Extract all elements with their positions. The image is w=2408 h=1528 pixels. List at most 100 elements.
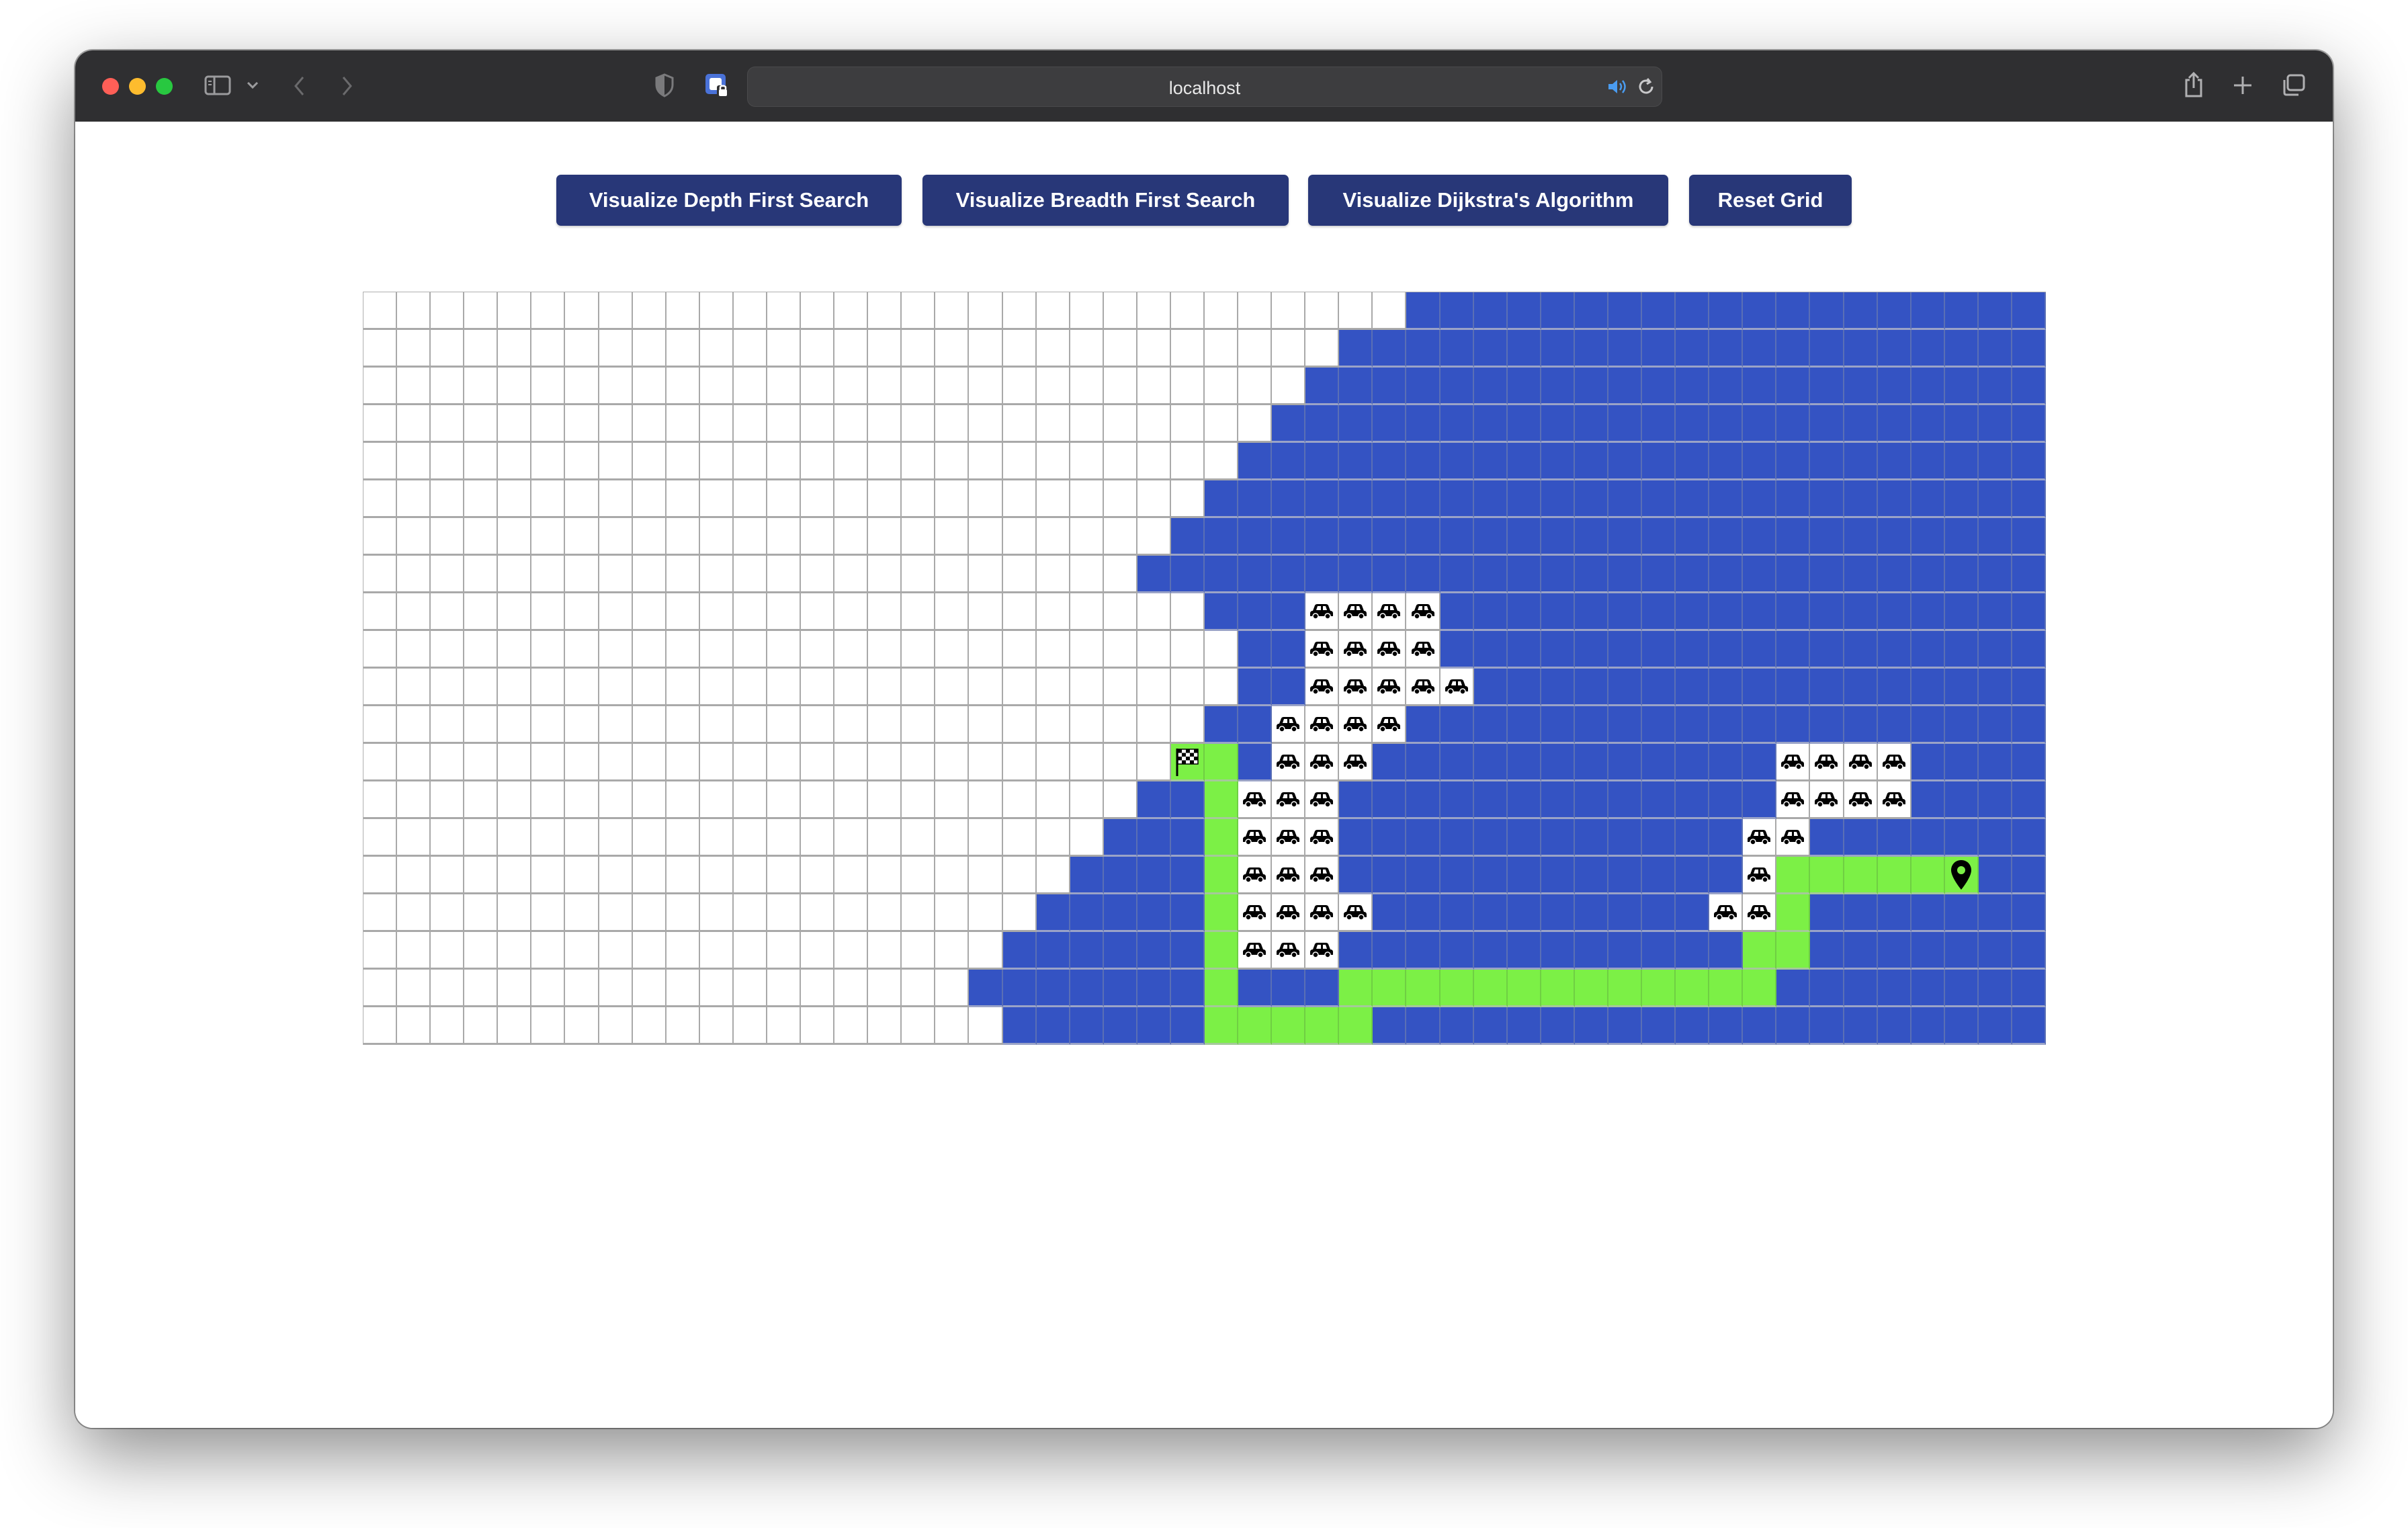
visited-cell[interactable] <box>1911 292 1945 330</box>
grid-cell[interactable] <box>767 292 802 330</box>
grid-cell[interactable] <box>666 932 700 970</box>
grid-cell[interactable] <box>565 894 599 932</box>
grid-cell[interactable] <box>699 631 734 669</box>
visited-cell[interactable] <box>1440 894 1474 932</box>
visited-cell[interactable] <box>1473 593 1508 631</box>
visited-cell[interactable] <box>1944 518 1979 556</box>
visited-cell[interactable] <box>1709 368 1744 405</box>
visited-cell[interactable] <box>1170 932 1205 970</box>
grid-cell[interactable] <box>666 480 700 518</box>
visited-cell[interactable] <box>1574 330 1608 368</box>
visited-cell[interactable] <box>1877 405 1911 443</box>
visited-cell[interactable] <box>1709 781 1744 819</box>
visited-cell[interactable] <box>1642 480 1676 518</box>
grid-cell[interactable] <box>431 556 465 593</box>
visited-cell[interactable] <box>1339 556 1373 593</box>
visited-cell[interactable] <box>1574 631 1608 669</box>
grid-cell[interactable] <box>1070 744 1104 781</box>
visited-cell[interactable] <box>1776 1007 1811 1045</box>
visited-cell[interactable] <box>1440 368 1474 405</box>
visited-cell[interactable] <box>1608 518 1643 556</box>
grid-cell[interactable] <box>733 819 767 857</box>
visited-cell[interactable] <box>1844 970 1878 1007</box>
forward-icon[interactable] <box>339 75 355 97</box>
visited-cell[interactable] <box>2012 368 2046 405</box>
visited-cell[interactable] <box>1608 744 1643 781</box>
grid-cell[interactable] <box>767 631 802 669</box>
visited-cell[interactable] <box>1608 368 1643 405</box>
grid-cell[interactable] <box>565 443 599 480</box>
visited-cell[interactable] <box>1473 706 1508 744</box>
visited-cell[interactable] <box>1574 669 1608 706</box>
grid-cell[interactable] <box>699 970 734 1007</box>
grid-cell[interactable] <box>969 669 1003 706</box>
grid-cell[interactable] <box>666 819 700 857</box>
visited-cell[interactable] <box>1642 405 1676 443</box>
grid-cell[interactable] <box>1205 443 1239 480</box>
visited-cell[interactable] <box>1507 857 1541 894</box>
visited-cell[interactable] <box>1877 330 1911 368</box>
visited-cell[interactable] <box>1978 556 2012 593</box>
wall-cell[interactable] <box>1373 631 1407 669</box>
grid-cell[interactable] <box>431 781 465 819</box>
visited-cell[interactable] <box>1473 1007 1508 1045</box>
visited-cell[interactable] <box>1810 669 1844 706</box>
visited-cell[interactable] <box>1978 857 2012 894</box>
grid-cell[interactable] <box>632 819 666 857</box>
grid-cell[interactable] <box>969 781 1003 819</box>
visited-cell[interactable] <box>1339 819 1373 857</box>
grid-cell[interactable] <box>1036 292 1070 330</box>
visited-cell[interactable] <box>1743 781 1777 819</box>
visited-cell[interactable] <box>1810 894 1844 932</box>
grid-cell[interactable] <box>1036 556 1070 593</box>
grid-cell[interactable] <box>935 744 970 781</box>
minimize-window-button[interactable] <box>129 78 146 95</box>
grid-cell[interactable] <box>431 1007 465 1045</box>
visited-cell[interactable] <box>1541 706 1575 744</box>
visited-cell[interactable] <box>1608 631 1643 669</box>
visited-cell[interactable] <box>1406 443 1440 480</box>
path-cell[interactable] <box>1608 970 1643 1007</box>
grid-cell[interactable] <box>431 706 465 744</box>
visited-cell[interactable] <box>1440 932 1474 970</box>
grid-cell[interactable] <box>767 669 802 706</box>
grid-cell[interactable] <box>801 970 835 1007</box>
grid-cell[interactable] <box>1103 781 1137 819</box>
visited-cell[interactable] <box>1339 405 1373 443</box>
wall-cell[interactable] <box>1272 857 1306 894</box>
wall-cell[interactable] <box>1339 669 1373 706</box>
grid-cell[interactable] <box>1170 631 1205 669</box>
wall-cell[interactable] <box>1339 744 1373 781</box>
visited-cell[interactable] <box>1608 781 1643 819</box>
visited-cell[interactable] <box>1709 932 1744 970</box>
grid-cell[interactable] <box>498 857 532 894</box>
grid-cell[interactable] <box>801 932 835 970</box>
grid-cell[interactable] <box>397 744 431 781</box>
visited-cell[interactable] <box>1877 443 1911 480</box>
visited-cell[interactable] <box>1608 480 1643 518</box>
wall-cell[interactable] <box>1406 669 1440 706</box>
visited-cell[interactable] <box>1877 593 1911 631</box>
visited-cell[interactable] <box>1978 292 2012 330</box>
visited-cell[interactable] <box>1709 518 1744 556</box>
visited-cell[interactable] <box>1507 556 1541 593</box>
grid-cell[interactable] <box>363 556 398 593</box>
grid-cell[interactable] <box>935 405 970 443</box>
visited-cell[interactable] <box>1810 593 1844 631</box>
path-cell[interactable] <box>1339 1007 1373 1045</box>
visited-cell[interactable] <box>1877 292 1911 330</box>
grid-cell[interactable] <box>1170 405 1205 443</box>
grid-cell[interactable] <box>397 556 431 593</box>
grid-cell[interactable] <box>969 706 1003 744</box>
grid-cell[interactable] <box>935 518 970 556</box>
grid-cell[interactable] <box>531 781 566 819</box>
grid-cell[interactable] <box>969 292 1003 330</box>
grid-cell[interactable] <box>531 970 566 1007</box>
visited-cell[interactable] <box>1911 706 1945 744</box>
visited-cell[interactable] <box>1002 932 1037 970</box>
visited-cell[interactable] <box>1944 970 1979 1007</box>
visited-cell[interactable] <box>1810 443 1844 480</box>
visited-cell[interactable] <box>1373 1007 1407 1045</box>
wall-cell[interactable] <box>1272 781 1306 819</box>
grid-cell[interactable] <box>1103 556 1137 593</box>
